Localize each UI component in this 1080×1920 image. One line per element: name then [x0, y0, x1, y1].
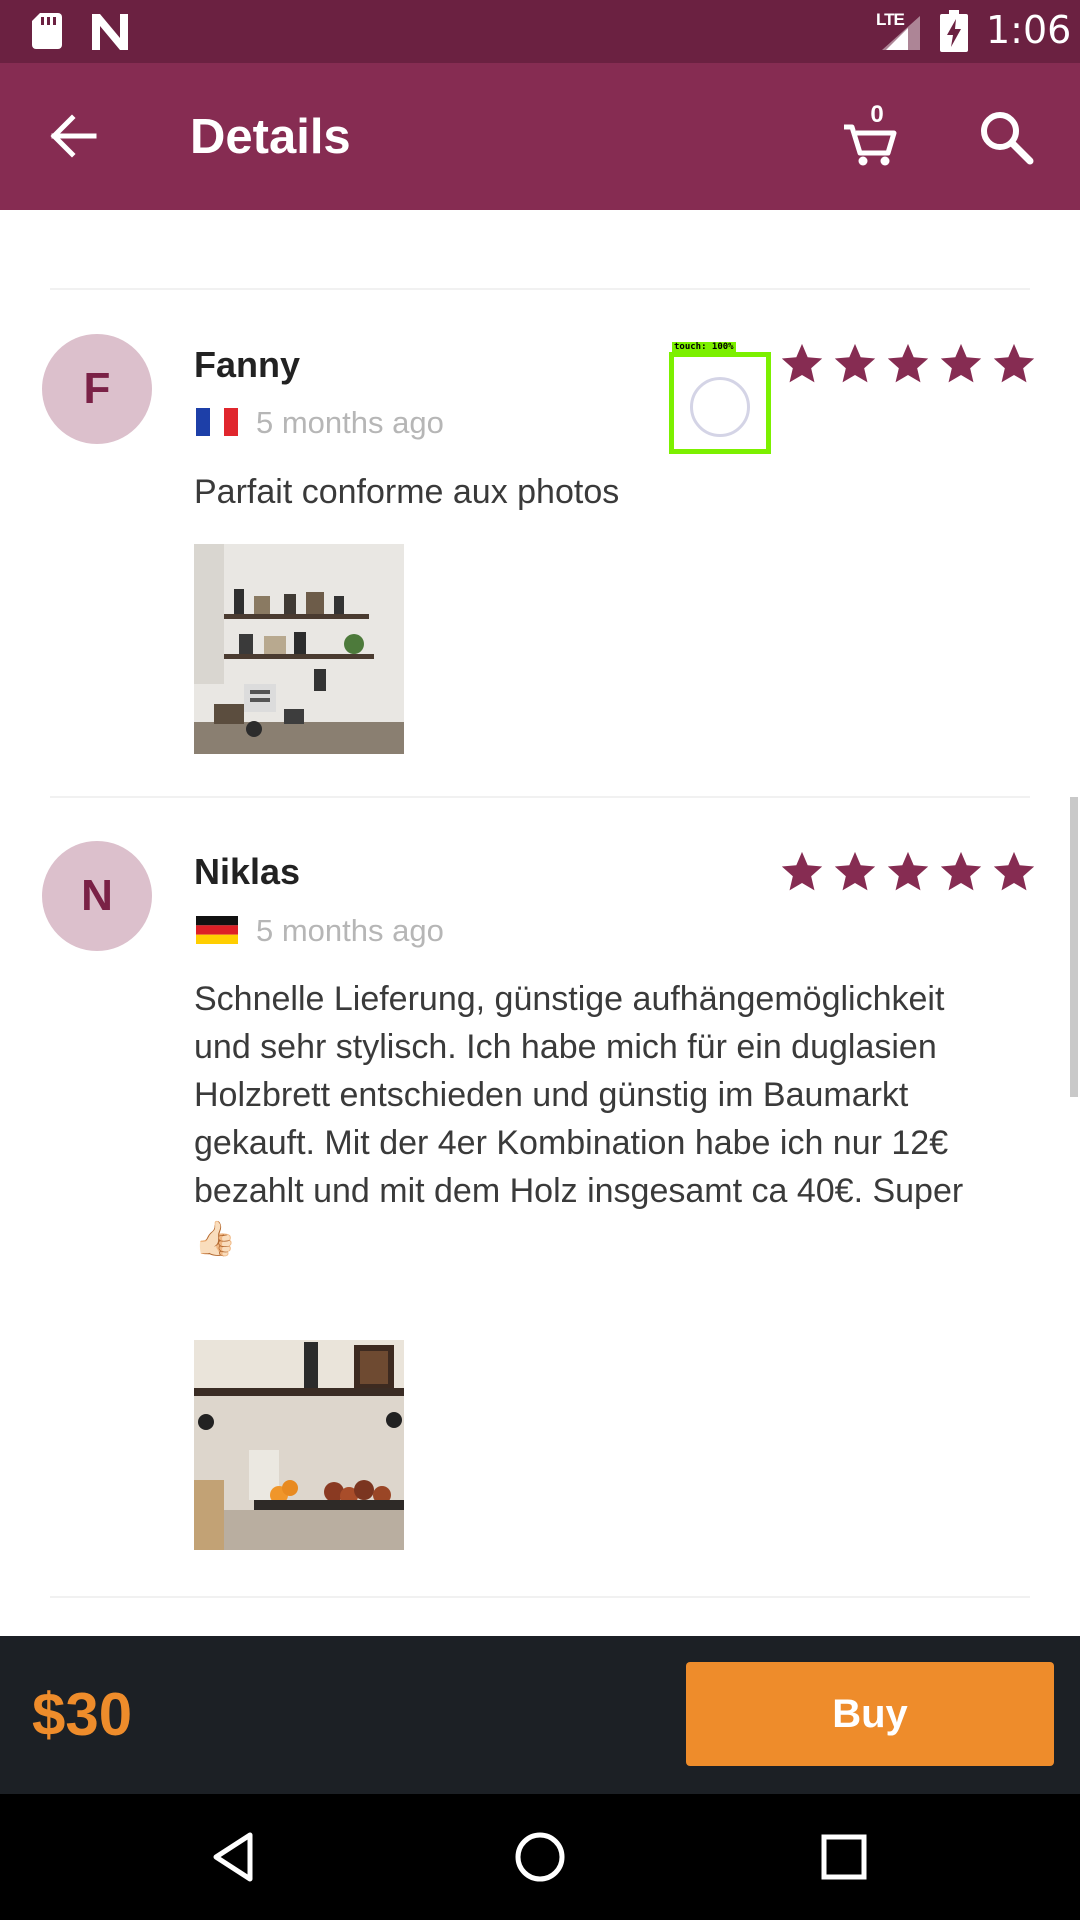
- star-icon: [781, 343, 823, 383]
- kitchen-shelves-photo[interactable]: [194, 544, 404, 754]
- app-toolbar: Details 0: [0, 63, 1080, 210]
- back-arrow-icon[interactable]: [48, 111, 98, 161]
- divider: [50, 288, 1030, 290]
- star-icon: [834, 343, 876, 383]
- review-date: 5 months ago: [256, 913, 444, 948]
- star-rating: [780, 342, 1036, 386]
- clock: 1:06: [986, 8, 1072, 52]
- star-icon: [887, 851, 929, 891]
- avatar: N: [42, 841, 152, 951]
- sd-card-icon: [32, 13, 62, 49]
- review-text: Schnelle Lieferung, günstige aufhängemög…: [194, 980, 964, 1258]
- star-icon: [993, 851, 1035, 891]
- battery-charging-icon: [940, 10, 968, 52]
- reviewer-name: Niklas: [194, 851, 301, 892]
- cart-count-badge: 0: [870, 101, 884, 128]
- buy-bar: $30 Buy: [0, 1636, 1080, 1794]
- system-nav-bar: [0, 1794, 1080, 1920]
- status-bar: LTE 1:06: [0, 0, 1080, 63]
- divider: [50, 1596, 1030, 1598]
- page-title: Details: [190, 110, 351, 164]
- flag-france-icon: [196, 408, 238, 436]
- star-icon: [940, 343, 982, 383]
- nav-back-icon[interactable]: [206, 1827, 266, 1887]
- reviewer-name: Fanny: [194, 344, 301, 385]
- buy-button[interactable]: Buy: [686, 1662, 1054, 1766]
- flag-germany-icon: [196, 916, 238, 944]
- fruit-shelf-photo[interactable]: [194, 1340, 404, 1550]
- touch-label: touch: 100%: [672, 342, 736, 352]
- star-rating: [780, 850, 1036, 894]
- nav-home-icon[interactable]: [510, 1827, 570, 1887]
- n-notification-icon: [92, 14, 128, 50]
- avatar: F: [42, 334, 152, 444]
- star-icon: [940, 851, 982, 891]
- star-icon: [887, 343, 929, 383]
- divider: [50, 796, 1030, 798]
- nav-recents-icon[interactable]: [814, 1827, 874, 1887]
- scrollbar[interactable]: [1070, 797, 1078, 1097]
- signal-icon: [882, 16, 920, 50]
- star-icon: [993, 343, 1035, 383]
- review-text: Parfait conforme aux photos: [194, 473, 620, 511]
- review-date: 5 months ago: [256, 405, 444, 440]
- search-icon[interactable]: [978, 109, 1034, 165]
- star-icon: [781, 851, 823, 891]
- price: $30: [32, 1681, 133, 1748]
- touch-highlight: [669, 352, 771, 454]
- star-icon: [834, 851, 876, 891]
